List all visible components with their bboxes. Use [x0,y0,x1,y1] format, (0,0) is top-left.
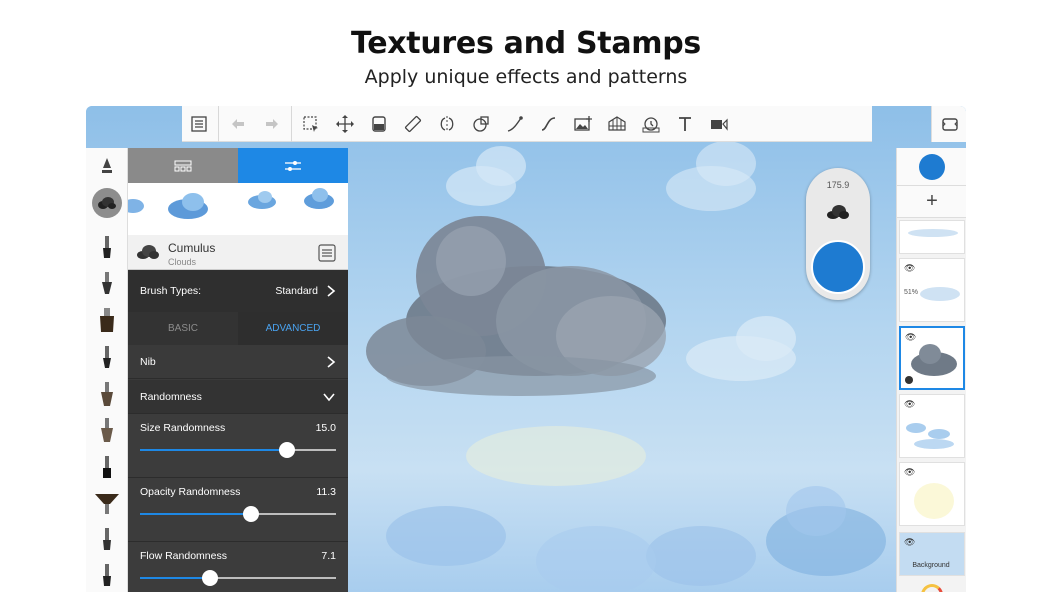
perspective-icon[interactable] [600,106,634,142]
slider-value: 7.1 [321,550,336,562]
chevron-right-icon [327,285,336,297]
chevron-down-icon [323,392,335,401]
brush-name: Cumulus [168,241,216,255]
color-wheel-icon[interactable] [921,584,943,592]
color-swatch [919,153,945,180]
shapes-icon[interactable] [464,106,498,142]
main-toolbar [182,106,966,142]
slider-knob[interactable] [279,442,295,458]
brush-preset-icon[interactable] [86,456,128,478]
eye-icon[interactable]: 👁 [905,332,916,343]
eye-icon[interactable]: 👁 [904,537,915,548]
layer-thumbnail[interactable]: 👁 51% [899,258,965,322]
fill-icon[interactable] [362,106,396,142]
brush-settings-panel: Cumulus Clouds Brush Types: Standard BAS… [128,148,348,592]
layer-opacity: 51% [904,289,919,296]
slider-label: Size Randomness [140,422,226,434]
brush-category: Clouds [168,257,197,267]
slider-label: Flow Randomness [140,550,227,562]
flow-randomness-slider[interactable]: Flow Randomness 7.1 [128,541,348,592]
text-icon[interactable] [668,106,702,142]
basic-advanced-toggle: BASIC ADVANCED [128,312,348,345]
tab-brush-properties[interactable] [238,148,348,183]
brush-preset-icon[interactable] [86,272,128,294]
redo-icon[interactable] [255,106,289,142]
layer-lock-icon [905,376,913,384]
brush-list-icon[interactable] [318,244,336,262]
slider-value: 15.0 [315,422,336,434]
transform-icon[interactable] [328,106,362,142]
headline: Textures and Stamps [351,26,701,61]
brush-preset-icon[interactable] [86,346,128,368]
panel-tabs [128,148,348,183]
brush-preset-icon[interactable] [86,564,128,586]
curve-icon[interactable] [498,106,532,142]
stroke-icon[interactable] [532,106,566,142]
brush-size-value: 175.9 [826,180,850,190]
brush-set-icon[interactable] [86,156,128,176]
slider-label: Opacity Randomness [140,486,241,498]
opacity-randomness-slider[interactable]: Opacity Randomness 11.3 [128,477,348,541]
grid-icon [174,160,192,171]
slider-knob[interactable] [242,506,259,522]
brush-preset-icon[interactable] [86,418,128,442]
active-brush-icon[interactable] [86,188,128,218]
ruler-icon[interactable] [396,106,430,142]
background-layer[interactable]: 👁 Background [899,532,965,576]
image-insert-icon[interactable] [566,106,600,142]
slider-value: 11.3 [316,486,336,498]
tab-advanced[interactable]: ADVANCED [238,312,348,345]
timelapse-icon[interactable] [634,106,668,142]
randomness-row[interactable]: Randomness [128,380,348,413]
brush-preset-icon[interactable] [86,236,128,258]
slider-track[interactable] [140,442,336,458]
eye-icon[interactable]: 👁 [904,263,915,274]
eye-icon[interactable]: 👁 [904,467,915,478]
brush-type-label: Brush Types: [140,285,202,297]
app-window: Cumulus Clouds Brush Types: Standard BAS… [86,106,966,592]
layer-thumbnail[interactable] [899,220,965,254]
nib-label: Nib [140,356,156,368]
layers-panel: + 👁 51% 👁 👁 👁 👁 Background [896,148,966,592]
cloud-brush-icon [137,245,159,259]
brush-preset-icon[interactable] [86,528,128,550]
size-randomness-slider[interactable]: Size Randomness 15.0 [128,413,348,477]
brush-stroke-preview [128,183,348,235]
slider-knob[interactable] [201,570,218,586]
chevron-right-icon [327,356,336,368]
current-color-swatch[interactable] [811,240,865,294]
fullscreen-icon[interactable] [931,106,966,142]
slider-track[interactable] [140,506,336,522]
slider-track[interactable] [140,570,336,586]
color-picker-button[interactable] [897,148,966,186]
nib-row[interactable]: Nib [128,346,348,379]
layer-thumbnail[interactable]: 👁 [899,462,965,526]
brush-library-bar [86,148,128,592]
subheadline: Apply unique effects and patterns [364,66,688,88]
background-layer-label: Background [912,562,950,569]
brush-type-value: Standard [275,285,318,297]
brush-type-row[interactable]: Brush Types: Standard [128,270,348,312]
brush-preset-icon[interactable] [86,492,128,514]
add-layer-button[interactable]: + [897,186,966,218]
video-icon[interactable] [702,106,736,142]
brush-preset-icon[interactable] [86,308,128,332]
layers-list-icon[interactable] [182,106,216,142]
selection-icon[interactable] [294,106,328,142]
brush-name-bar[interactable]: Cumulus Clouds [128,235,348,270]
tab-basic[interactable]: BASIC [128,312,238,345]
layer-thumbnail[interactable]: 👁 [899,394,965,458]
sliders-icon [285,160,301,171]
symmetry-icon[interactable] [430,106,464,142]
undo-icon[interactable] [221,106,255,142]
randomness-label: Randomness [140,390,202,403]
brush-preset-icon[interactable] [86,382,128,406]
cloud-brush-icon [827,205,849,219]
tab-brush-library[interactable] [128,148,238,183]
eye-icon[interactable]: 👁 [904,399,915,410]
layer-thumbnail-selected[interactable]: 👁 [899,326,965,390]
brush-size-color-puck[interactable]: 175.9 [806,168,870,300]
